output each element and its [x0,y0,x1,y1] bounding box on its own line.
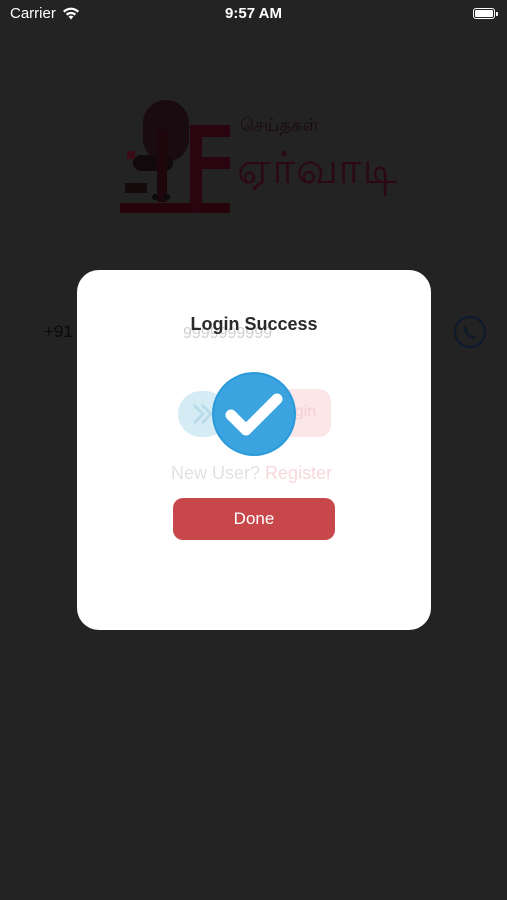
battery-full-icon [473,8,498,19]
status-bar: Carrier 9:57 AM [0,0,507,28]
login-screen: Carrier 9:57 AM செய்தகள் ஏர்வாடி +91 999… [0,0,507,900]
app-logo: செய்தகள் ஏர்வாடி [115,95,400,220]
status-time: 9:57 AM [225,5,282,22]
register-link: Register [265,463,333,483]
logo-big-text: ஏர்வாடி [237,143,399,194]
check-circle-icon [212,372,296,456]
phone-icon[interactable] [453,315,487,349]
logo-small-text: செய்தகள் [240,115,319,136]
done-button[interactable]: Done [173,498,335,540]
ghost-new-user-text: New User? Register [171,463,332,484]
microphone-logo-icon [120,100,230,213]
modal-title: Login Success [190,314,318,334]
country-code-label: +91 [44,322,73,341]
login-success-modal: 9999999999 Login New User? Register Logi… [77,270,431,630]
new-user-label: New User? [171,463,261,483]
